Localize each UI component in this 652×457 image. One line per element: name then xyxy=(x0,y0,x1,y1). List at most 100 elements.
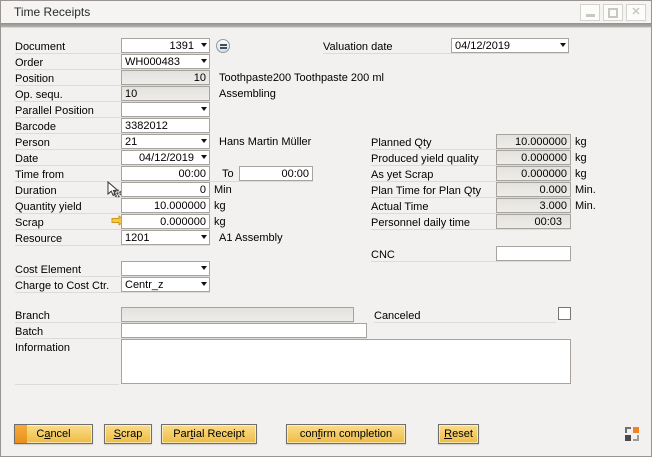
plan-time-for-plan-qty-unit: Min. xyxy=(575,183,596,198)
resource-description: A1 Assembly xyxy=(219,231,283,246)
position-description: Toothpaste200 Toothpaste 200 ml xyxy=(219,71,384,86)
minimize-button[interactable] xyxy=(580,4,600,21)
person-combo[interactable] xyxy=(121,134,210,149)
charge-to-cost-ctr-combo[interactable] xyxy=(121,277,210,292)
document-label: Document xyxy=(15,41,65,53)
document-combo[interactable] xyxy=(121,38,210,53)
charge-to-cost-ctr-chevron-down-icon[interactable] xyxy=(201,282,207,289)
parallel-position-chevron-down-icon[interactable] xyxy=(201,107,207,114)
scrap-button[interactable]: Scrap xyxy=(104,424,152,444)
valuation-date-label: Valuation date xyxy=(323,41,393,53)
time-receipts-window: Time Receipts ✕ Document Order Position … xyxy=(0,0,652,457)
scrap-label: Scrap xyxy=(15,217,44,229)
charge-to-cost-ctr-input[interactable] xyxy=(121,277,210,292)
date-combo[interactable] xyxy=(121,150,210,165)
batch-input[interactable] xyxy=(121,323,367,338)
cost-element-chevron-down-icon[interactable] xyxy=(201,266,207,273)
cnc-input[interactable] xyxy=(496,246,571,261)
resource-input[interactable] xyxy=(121,230,210,245)
partial-receipt-button[interactable]: Partial Receipt xyxy=(161,424,257,444)
parallel-position-input[interactable] xyxy=(121,102,210,117)
row-information: Information xyxy=(15,338,119,385)
minimize-icon xyxy=(586,14,595,17)
batch-label: Batch xyxy=(15,326,43,338)
window-title: Time Receipts xyxy=(14,5,90,19)
duration-input[interactable] xyxy=(121,182,210,197)
cost-element-input[interactable] xyxy=(121,261,210,276)
document-input[interactable] xyxy=(121,38,210,53)
close-icon: ✕ xyxy=(631,7,640,18)
person-chevron-down-icon[interactable] xyxy=(201,139,207,146)
cancel-button[interactable]: Cancel xyxy=(14,424,93,444)
canceled-checkbox[interactable] xyxy=(558,307,571,320)
order-chevron-down-icon[interactable] xyxy=(201,59,207,66)
personnel-daily-time-label: Personnel daily time xyxy=(371,217,470,229)
parallel-position-combo[interactable] xyxy=(121,102,210,117)
document-chevron-down-icon[interactable] xyxy=(201,43,207,50)
personnel-daily-time-input xyxy=(496,214,571,229)
parallel-position-label: Parallel Position xyxy=(15,105,94,117)
cost-element-label: Cost Element xyxy=(15,264,81,276)
reset-button[interactable]: Reset xyxy=(438,424,479,444)
as-yet-scrap-unit: kg xyxy=(575,167,587,182)
valuation-date-input[interactable] xyxy=(451,38,569,53)
valuation-date-chevron-down-icon[interactable] xyxy=(560,43,566,50)
branch-label: Branch xyxy=(15,310,50,322)
scrap-unit: kg xyxy=(214,215,226,230)
order-input[interactable] xyxy=(121,54,210,69)
quantity-yield-input[interactable] xyxy=(121,198,210,213)
maximize-icon xyxy=(608,8,618,18)
as-yet-scrap-label: As yet Scrap xyxy=(371,169,433,181)
resize-grip-icon[interactable] xyxy=(625,427,639,441)
confirm-completion-button[interactable]: confirm completion xyxy=(286,424,406,444)
charge-to-cost-ctr-label: Charge to Cost Ctr. xyxy=(15,280,109,292)
plan-time-for-plan-qty-label: Plan Time for Plan Qty xyxy=(371,185,481,197)
titlebar-divider xyxy=(1,23,651,28)
duration-calc-cursor-icon[interactable] xyxy=(105,181,122,198)
valuation-date-combo[interactable] xyxy=(451,38,569,53)
as-yet-scrap-input xyxy=(496,166,571,181)
op-sequ-input xyxy=(121,86,210,101)
position-input xyxy=(121,70,210,85)
cost-element-combo[interactable] xyxy=(121,261,210,276)
actual-time-label: Actual Time xyxy=(371,201,428,213)
scrap-input[interactable] xyxy=(121,214,210,229)
plan-time-for-plan-qty-input xyxy=(496,182,571,197)
order-label: Order xyxy=(15,57,43,69)
row-canceled: Canceled xyxy=(374,306,556,323)
canceled-label: Canceled xyxy=(374,310,420,322)
duration-label: Duration xyxy=(15,185,57,197)
actual-time-unit: Min. xyxy=(575,199,596,214)
information-label: Information xyxy=(15,342,70,354)
op-sequ-description: Assembling xyxy=(219,87,276,102)
resource-label: Resource xyxy=(15,233,62,245)
produced-yield-quality-unit: kg xyxy=(575,151,587,166)
branch-input xyxy=(121,307,354,322)
resource-chevron-down-icon[interactable] xyxy=(201,235,207,242)
time-to-label: To xyxy=(222,167,234,182)
resource-combo[interactable] xyxy=(121,230,210,245)
order-combo[interactable] xyxy=(121,54,210,69)
document-detail-icon[interactable] xyxy=(216,39,230,53)
time-from-input[interactable] xyxy=(121,166,210,181)
close-button[interactable]: ✕ xyxy=(626,4,646,21)
maximize-button[interactable] xyxy=(603,4,623,21)
information-textarea[interactable] xyxy=(121,339,571,384)
partial-receipt-button-label: Par xyxy=(173,428,190,440)
date-label: Date xyxy=(15,153,38,165)
barcode-input[interactable] xyxy=(121,118,210,133)
produced-yield-quality-input xyxy=(496,150,571,165)
date-chevron-down-icon[interactable] xyxy=(201,155,207,162)
time-to-input[interactable] xyxy=(239,166,313,181)
titlebar[interactable]: Time Receipts ✕ xyxy=(1,1,651,23)
planned-qty-unit: kg xyxy=(575,135,587,150)
actual-time-input xyxy=(496,198,571,213)
person-input[interactable] xyxy=(121,134,210,149)
person-label: Person xyxy=(15,137,50,149)
date-input[interactable] xyxy=(121,150,210,165)
time-from-label: Time from xyxy=(15,169,64,181)
position-label: Position xyxy=(15,73,54,85)
duration-unit: Min xyxy=(214,183,232,198)
window-controls: ✕ xyxy=(580,4,646,21)
op-sequ-label: Op. sequ. xyxy=(15,89,63,101)
